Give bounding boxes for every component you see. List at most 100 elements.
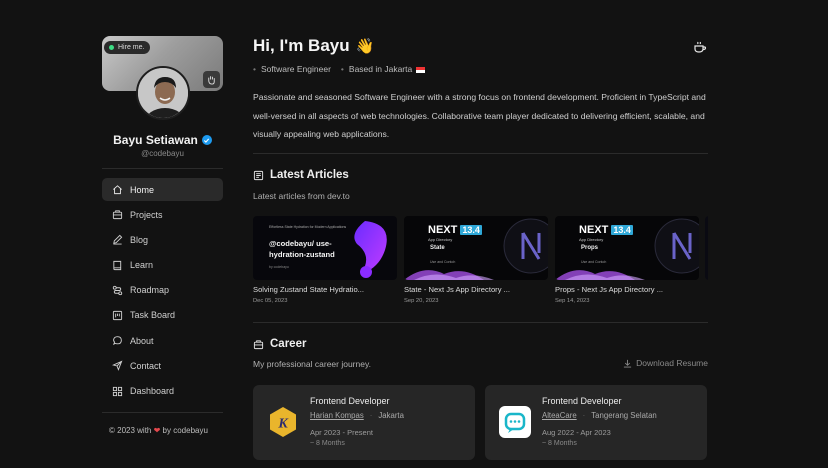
sidebar-item-label: About — [130, 335, 154, 346]
sidebar-item-about[interactable]: About — [102, 329, 223, 352]
sidebar-item-dashboard[interactable]: Dashboard — [102, 380, 223, 403]
download-icon — [624, 359, 632, 368]
sidebar: Hire me. Bayu Setiawan @codebayu Home Pr… — [102, 36, 224, 435]
sidebar-item-label: Projects — [130, 209, 163, 220]
home-icon — [113, 185, 122, 195]
profile-name: Bayu Setiawan — [102, 133, 223, 147]
coffee-button[interactable] — [693, 40, 707, 59]
greeting-text: Hi, I'm Bayu — [253, 36, 350, 55]
sidebar-item-label: Home — [130, 184, 155, 195]
thumb-foot-text: Use and Contoh — [430, 260, 456, 264]
article-card-partial[interactable] — [705, 216, 708, 280]
sidebar-item-roadmap[interactable]: Roadmap — [102, 279, 223, 302]
article-thumbnail: NEXT 13.4 App Directory Props Use and Co… — [555, 216, 699, 280]
separator: · — [582, 411, 586, 420]
sidebar-item-blog[interactable]: Blog — [102, 228, 223, 251]
job-duration: ~ 8 Months — [310, 440, 345, 447]
thumb-topic-text: State — [430, 245, 445, 251]
hire-me-badge[interactable]: Hire me. — [104, 41, 151, 54]
career-card[interactable]: K Frontend Developer Harian Kompas · Jakar… — [253, 385, 475, 460]
profile-name-text: Bayu Setiawan — [113, 133, 198, 147]
sidebar-divider — [102, 412, 223, 413]
article-date: Sep 14, 2023 — [555, 298, 590, 304]
article-date: Dec 05, 2023 — [253, 298, 288, 304]
career-card[interactable]: Frontend Developer AlteaCare · Tangerang S… — [485, 385, 707, 460]
profile-handle: @codebayu — [141, 149, 184, 158]
thumb-version-badge: 13.4 — [611, 225, 633, 235]
thumb-next-text: NEXT — [579, 224, 609, 236]
briefcase-icon — [253, 339, 264, 349]
sidebar-item-home[interactable]: Home — [102, 178, 223, 201]
company-link[interactable]: AlteaCare — [542, 411, 577, 420]
kompas-logo-letter: K — [277, 417, 289, 432]
page-title: Hi, I'm Bayu 👋 — [253, 36, 708, 56]
job-period: Apr 2023 - Present — [310, 428, 373, 437]
sidebar-item-task-board[interactable]: Task Board — [102, 304, 223, 327]
job-duration: ~ 8 Months — [542, 440, 577, 447]
articles-subtitle: Latest articles from dev.to — [253, 191, 350, 201]
bio-paragraph: Passionate and seasoned Software Enginee… — [253, 92, 706, 139]
download-resume-label: Download Resume — [636, 358, 708, 368]
article-date: Sep 20, 2023 — [404, 298, 439, 304]
article-title[interactable]: Props - Next Js App Directory ... — [555, 285, 685, 294]
thumb-main-text: @codebayu/ use-hydration-zustand — [269, 239, 335, 259]
sidebar-divider — [102, 168, 223, 169]
sidebar-footer: © 2023 with ❤ by codebayu — [109, 426, 208, 435]
footer-prefix: © 2023 with — [109, 426, 152, 435]
job-company-line: AlteaCare · Tangerang Selatan — [542, 411, 657, 420]
footer-suffix: by codebayu — [162, 426, 208, 435]
sidebar-item-label: Task Board — [130, 310, 176, 321]
download-resume-button[interactable]: Download Resume — [623, 358, 708, 368]
thumb-foot-text: Use and Contoh — [581, 260, 607, 264]
job-role: Frontend Developer — [542, 396, 622, 406]
coffee-icon — [694, 41, 707, 53]
career-heading: Career — [253, 338, 306, 350]
thumb-small-text: Effortless State Hydration for Modern Ap… — [269, 225, 347, 229]
company-logo — [499, 406, 531, 438]
separator: · — [369, 411, 373, 420]
chat-icon — [112, 336, 122, 346]
sidebar-nav: Home Projects Blog Learn Roadmap Task Bo… — [102, 178, 223, 405]
sidebar-item-learn[interactable]: Learn — [102, 254, 223, 277]
briefcase-icon — [112, 210, 123, 220]
article-title[interactable]: State - Next Js App Directory ... — [404, 285, 534, 294]
wave-icon: 👋 — [355, 38, 375, 55]
thumb-sub-text: App Directory — [579, 237, 604, 242]
articles-heading: Latest Articles — [253, 169, 349, 181]
theme-toggle-button[interactable] — [203, 71, 220, 88]
roadmap-icon — [112, 285, 123, 295]
send-icon — [112, 360, 123, 372]
section-divider — [253, 153, 708, 154]
sidebar-item-label: Contact — [130, 360, 162, 371]
thumb-version-badge: 13.4 — [460, 225, 482, 235]
article-card[interactable]: NEXT 13.4 App Directory State Use and Co… — [404, 216, 548, 304]
article-thumbnail: Effortless State Hydration for Modern Ap… — [253, 216, 397, 280]
thumb-sub-text: App Directory — [428, 237, 453, 242]
article-card[interactable]: Effortless State Hydration for Modern Ap… — [253, 216, 397, 304]
sidebar-item-label: Blog — [130, 234, 149, 245]
profile-cover: Hire me. — [102, 36, 223, 120]
job-location: Jakarta — [378, 411, 404, 420]
thumb-heading: NEXT 13.4 — [579, 224, 633, 236]
sidebar-item-contact[interactable]: Contact — [102, 354, 223, 377]
hire-me-label: Hire me. — [118, 44, 145, 51]
location-text: Based in Jakarta — [341, 64, 426, 74]
thumb-heading: NEXT 13.4 — [428, 224, 482, 236]
location-label: Based in Jakarta — [348, 64, 413, 74]
article-card[interactable]: NEXT 13.4 App Directory Props Use and Co… — [555, 216, 699, 304]
sidebar-item-label: Learn — [130, 260, 154, 271]
book-icon — [113, 260, 122, 270]
sidebar-item-projects[interactable]: Projects — [102, 203, 223, 226]
avatar — [136, 66, 190, 120]
company-link[interactable]: Harian Kompas — [310, 411, 364, 420]
job-role: Frontend Developer — [310, 396, 390, 406]
article-title[interactable]: Solving Zustand State Hydratio... — [253, 285, 383, 294]
grid-icon — [112, 386, 123, 396]
thumb-footer-text: by codebayu — [269, 265, 289, 269]
header-meta: Software Engineer Based in Jakarta — [253, 64, 708, 74]
articles-title: Latest Articles — [270, 169, 349, 181]
articles-carousel[interactable]: Effortless State Hydration for Modern Ap… — [253, 216, 708, 311]
pencil-icon — [113, 235, 123, 245]
career-subtitle: My professional career journey. — [253, 359, 371, 369]
sidebar-item-label: Roadmap — [130, 285, 170, 296]
